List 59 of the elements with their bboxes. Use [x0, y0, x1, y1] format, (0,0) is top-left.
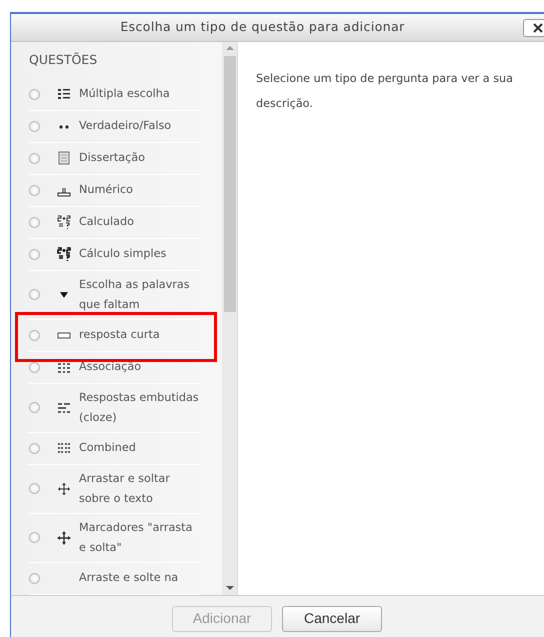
question-row[interactable]: Numérico: [29, 174, 200, 207]
question-type-label[interactable]: Arrastar e soltar sobre o texto: [79, 468, 200, 509]
radio-button[interactable]: [29, 120, 40, 132]
question-type-label[interactable]: Marcadores "arrasta e solta": [79, 518, 200, 558]
move-icon: [57, 530, 71, 545]
question-type-label[interactable]: Respostas embutidas (cloze): [79, 388, 200, 428]
move-icon: [57, 482, 71, 496]
grid-icon: [57, 441, 71, 456]
question-row[interactable]: Múltipla escolha: [29, 78, 200, 111]
question-type-label[interactable]: Associação: [79, 357, 142, 378]
dialog-title: Escolha um tipo de questão para adicionar: [120, 18, 406, 36]
dialog-button[interactable]: Cancelar: [282, 606, 382, 632]
question-row[interactable]: Associação: [29, 352, 200, 384]
scrollbar-thumb[interactable]: [224, 56, 236, 312]
radio-button[interactable]: [29, 402, 40, 414]
question-row[interactable]: Respostas embutidas (cloze): [29, 384, 200, 433]
radio-button[interactable]: [29, 88, 40, 100]
question-type-label[interactable]: resposta curta: [79, 325, 160, 346]
radio-button[interactable]: [29, 362, 40, 373]
radio-button[interactable]: [29, 289, 40, 300]
question-type-label[interactable]: Múltipla escolha: [79, 84, 170, 104]
scroll-down-icon[interactable]: [226, 584, 234, 591]
question-row[interactable]: Arrastar e soltar sobre o texto: [29, 464, 200, 514]
question-type-label[interactable]: Combined: [79, 438, 136, 458]
radio-button[interactable]: [29, 152, 40, 164]
question-row[interactable]: Escolha as palavras que faltam: [29, 270, 200, 320]
list-heading: QUESTÕES: [29, 50, 98, 69]
radio-button[interactable]: [29, 483, 40, 494]
question-type-label[interactable]: Dissertação: [79, 148, 145, 168]
dropdown-icon: [59, 290, 69, 299]
close-icon: [533, 23, 543, 33]
question-type-label[interactable]: Cálculo simples: [79, 244, 166, 264]
question-type-label[interactable]: Arraste e solte na: [79, 568, 178, 588]
question-row[interactable]: Marcadores "arrasta e solta": [29, 514, 200, 563]
question-type-label[interactable]: Numérico: [79, 180, 133, 200]
radio-button[interactable]: [29, 216, 40, 228]
scroll-up-icon[interactable]: [226, 44, 234, 51]
question-row[interactable]: Cálculo simples: [29, 238, 200, 271]
close-button[interactable]: [523, 19, 544, 37]
radio-button[interactable]: [29, 248, 40, 260]
question-row[interactable]: Verdadeiro/Falso: [29, 110, 200, 143]
radio-button[interactable]: [29, 532, 40, 544]
radio-button[interactable]: [29, 330, 40, 341]
question-type-label[interactable]: Verdadeiro/Falso: [79, 116, 172, 136]
radio-button[interactable]: [29, 184, 40, 196]
scrollbar[interactable]: [222, 42, 237, 595]
formula-icon: [57, 247, 71, 262]
question-type-label[interactable]: Escolha as palavras que faltam: [79, 274, 200, 315]
formula-icon: [57, 215, 71, 230]
question-type-label[interactable]: Calculado: [79, 212, 134, 232]
question-row[interactable]: Calculado: [29, 206, 200, 239]
description-text: Selecione um tipo de pergunta para ver a sua descrição.: [256, 70, 514, 112]
document-icon: [57, 151, 71, 166]
question-row[interactable]: Dissertação: [29, 142, 200, 175]
radio-button[interactable]: [29, 442, 40, 454]
radio-button[interactable]: [29, 572, 40, 584]
list-icon: [57, 87, 71, 102]
cloze-icon: [57, 400, 71, 415]
question-row[interactable]: Combined: [29, 432, 200, 465]
